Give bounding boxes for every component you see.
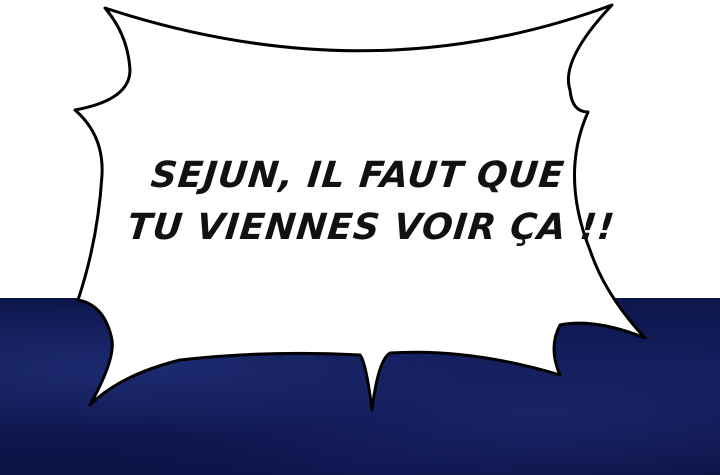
speech-bubble-text: SEJUN, IL FAUT QUE TU VIENNES VOIR ÇA !! — [125, 150, 618, 254]
comic-panel: SEJUN, IL FAUT QUE TU VIENNES VOIR ÇA !! — [0, 0, 720, 475]
speech-line-2: TU VIENNES VOIR ÇA !! — [125, 207, 618, 248]
speech-line-1: SEJUN, IL FAUT QUE — [148, 155, 567, 196]
